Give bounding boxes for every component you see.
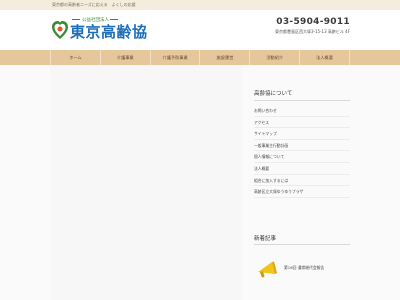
nav-item-facilities[interactable]: 施設運営 [199, 50, 249, 65]
megaphone-icon [258, 261, 277, 278]
nav-item-care[interactable]: 介護事業 [99, 50, 150, 65]
nav-items: ホーム 介護事業 介護予防事業 施設運営 活動紹介 法人概要 [50, 50, 350, 65]
phone-number[interactable]: 03-5904-9011 [276, 17, 350, 27]
top-bar-text: 東京都の高齢者ニーズに応える よくしの応援 [52, 2, 136, 7]
logo-sub-line-right [110, 19, 118, 20]
sidebar-title: 高齢協について [254, 88, 350, 101]
sidebar-item-sitemap[interactable]: サイトマップ [254, 128, 350, 140]
sidebar-list: お問い合わせ アクセス サイトマップ 一般事業主行動計画 個人情報について 法人… [254, 105, 350, 198]
nav-item-home[interactable]: ホーム [50, 50, 100, 65]
sidebar-item-overview[interactable]: 法人概要 [254, 163, 350, 175]
sidebar: 高齢協について お問い合わせ アクセス サイトマップ 一般事業主行動計画 個人情… [254, 88, 350, 198]
sidebar-item-join[interactable]: 組合に加入するには [254, 175, 350, 187]
main-content [50, 65, 242, 300]
sidebar-item-access[interactable]: アクセス [254, 117, 350, 129]
new-post-title: 第16回 通常総代会報告 [284, 265, 325, 270]
nav-item-prevention[interactable]: 介護予防事業 [149, 50, 200, 65]
address: 東京都豊島区西大塚3-15-13 高齢ビル 4F [275, 29, 350, 34]
sidebar-item-privacy[interactable]: 個人情報について [254, 151, 350, 163]
sidebar-item-action-plan[interactable]: 一般事業主行動計画 [254, 140, 350, 152]
site-logo[interactable]: 公益社団法人 東京高齢協 [52, 16, 162, 42]
sidebar-item-plaza[interactable]: 高齢区立大塚ゆうゆうプラザ [254, 186, 350, 198]
nav-item-about[interactable]: 法人概要 [299, 50, 350, 65]
nav-item-activities[interactable]: 活動紹介 [249, 50, 299, 65]
global-nav: ホーム 介護事業 介護予防事業 施設運営 活動紹介 法人概要 [0, 50, 400, 65]
top-bar: 東京都の高齢者ニーズに応える よくしの応援 [0, 0, 400, 10]
sidebar-item-contact[interactable]: お問い合わせ [254, 105, 350, 117]
logo-title: 東京高齢協 [70, 23, 148, 41]
logo-sub-line-left [72, 19, 80, 20]
new-post-item[interactable]: 第16回 通常総代会報告 [256, 256, 350, 282]
new-posts-title: 新着記事 [254, 233, 350, 245]
heart-leaf-icon [52, 21, 68, 39]
